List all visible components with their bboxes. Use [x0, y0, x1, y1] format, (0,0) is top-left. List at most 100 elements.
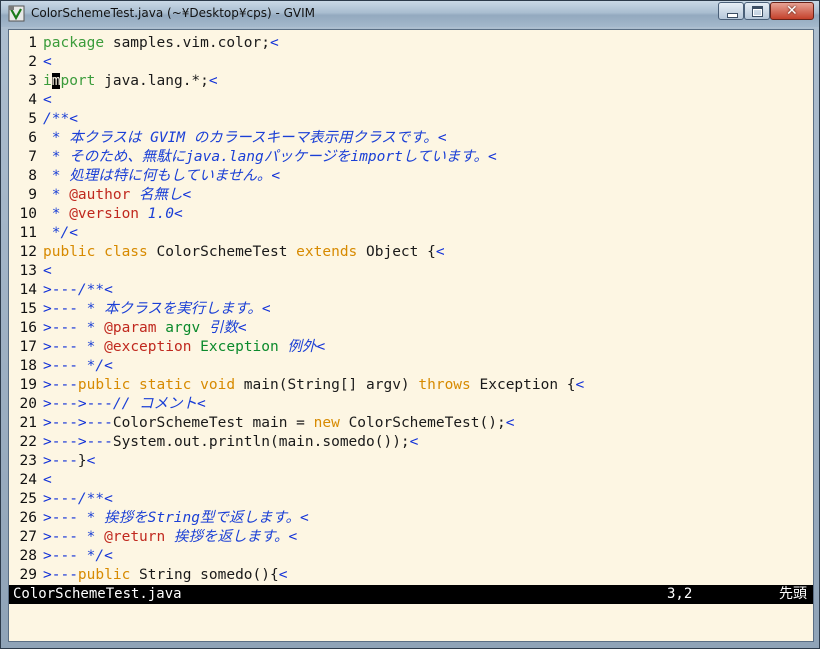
- command-line[interactable]: [9, 604, 813, 641]
- line-number: 10: [19, 206, 37, 222]
- code-line[interactable]: 10 * @version 1.0<: [9, 205, 813, 224]
- code-line[interactable]: 1 package samples.vim.color;<: [9, 34, 813, 53]
- code-line[interactable]: 27 >--- * @return 挨拶を返します。<: [9, 528, 813, 547]
- code-token-comment: *: [77, 529, 105, 545]
- code-line[interactable]: 5 /**<: [9, 110, 813, 129]
- code-line[interactable]: 20 >--->---// コメント<: [9, 395, 813, 414]
- code-token-comment: * 挨拶をString型で返します。: [77, 510, 301, 526]
- code-token-special: <: [575, 377, 585, 393]
- line-number: 8: [28, 168, 37, 184]
- minimize-button[interactable]: [718, 2, 744, 20]
- line-number: 5: [28, 111, 37, 127]
- code-line[interactable]: 18 >--- */<: [9, 357, 813, 376]
- code-line[interactable]: 13 <: [9, 262, 813, 281]
- code-line[interactable]: 25 >---/**<: [9, 490, 813, 509]
- code-token-indent: >---: [43, 339, 78, 355]
- code-line[interactable]: 7 * そのため、無駄にjava.langパッケージをimportしています。<: [9, 148, 813, 167]
- code-token-comment: 挨拶を返します。: [165, 529, 289, 545]
- line-number: 29: [19, 567, 37, 583]
- code-line[interactable]: 16 >--- * @param argv 引数<: [9, 319, 813, 338]
- code-token-normal: String somedo(){: [130, 567, 279, 583]
- vim-client-area[interactable]: 1 package samples.vim.color;< 2 <3 import ja…: [8, 29, 814, 642]
- code-token-comment: *: [77, 320, 105, 336]
- code-token-indent: >---: [43, 358, 78, 374]
- gvim-app-icon[interactable]: [8, 5, 25, 22]
- line-number: 1: [28, 35, 37, 51]
- code-token-special: <: [182, 187, 192, 203]
- code-token-comment: * 本クラスは GVIM のカラースキーマ表示用クラスです。: [43, 130, 438, 146]
- code-line[interactable]: 29 >---public String somedo(){<: [9, 566, 813, 585]
- code-line[interactable]: 14 >---/**<: [9, 281, 813, 300]
- code-line[interactable]: 2 <: [9, 53, 813, 72]
- line-number: 26: [19, 510, 37, 526]
- code-token-keyword: new: [313, 415, 340, 431]
- code-line[interactable]: 9 * @author 名無し<: [9, 186, 813, 205]
- editor-text-area[interactable]: 1 package samples.vim.color;< 2 <3 import ja…: [9, 34, 813, 585]
- code-token-special: <: [316, 339, 326, 355]
- code-line[interactable]: 23 >---}<: [9, 452, 813, 471]
- code-line[interactable]: 6 * 本クラスは GVIM のカラースキーマ表示用クラスです。<: [9, 129, 813, 148]
- maximize-button[interactable]: [744, 2, 770, 20]
- line-number: 11: [19, 225, 37, 241]
- code-token-indent: >---: [43, 320, 78, 336]
- line-number: 3: [28, 73, 37, 89]
- code-token-indent: >---: [43, 453, 78, 469]
- code-token-comment: *: [43, 206, 70, 222]
- status-filename: ColorSchemeTest.java: [13, 586, 182, 602]
- code-token-special: <: [43, 263, 52, 279]
- code-token-indent: >---: [43, 282, 78, 298]
- code-token-special: <: [104, 548, 113, 564]
- code-line[interactable]: 17 >--- * @exception Exception 例外<: [9, 338, 813, 357]
- code-token-comment: /**: [77, 491, 105, 507]
- code-token-indent: >---: [43, 548, 78, 564]
- code-token-tag: @exception: [104, 339, 192, 355]
- status-cursor-position: 3,2: [667, 586, 693, 602]
- code-line[interactable]: 28 >--- */<: [9, 547, 813, 566]
- close-icon: ✕: [786, 3, 798, 19]
- line-number: 7: [28, 149, 37, 165]
- code-token-normal: [157, 320, 166, 336]
- code-token-comment: */: [77, 548, 105, 564]
- line-number: 19: [19, 377, 37, 393]
- line-number: 17: [19, 339, 37, 355]
- code-token-comment: /**: [77, 282, 105, 298]
- code-line[interactable]: 15 >--- * 本クラスを実行します。<: [9, 300, 813, 319]
- gvim-window: ColorSchemeTest.java (~¥Desktop¥cps) - G…: [0, 0, 820, 649]
- code-token-normal: ColorSchemeTest main =: [112, 415, 314, 431]
- code-token-normal: Object {: [357, 244, 436, 260]
- code-line[interactable]: 26 >--- * 挨拶をString型で返します。<: [9, 509, 813, 528]
- code-line[interactable]: 24 <: [9, 471, 813, 490]
- code-token-special: <: [43, 92, 52, 108]
- code-token-special: <: [288, 529, 298, 545]
- line-number: 2: [28, 54, 37, 70]
- line-number: 14: [19, 282, 37, 298]
- window-title: ColorSchemeTest.java (~¥Desktop¥cps) - G…: [31, 6, 316, 20]
- line-number: 24: [19, 472, 37, 488]
- code-token-special: <: [300, 510, 309, 526]
- code-line[interactable]: 19 >---public static void main(String[] a…: [9, 376, 813, 395]
- code-token-comment: * 本クラスを実行します。: [77, 301, 262, 317]
- code-token-normal: java.lang.*;: [95, 73, 209, 89]
- code-token-normal: Exception {: [470, 377, 576, 393]
- line-number: 12: [19, 244, 37, 260]
- code-line[interactable]: 21 >--->---ColorSchemeTest main = new Col…: [9, 414, 813, 433]
- code-token-special: <: [69, 225, 78, 241]
- code-line[interactable]: 4 <: [9, 91, 813, 110]
- code-token-special: <: [104, 282, 113, 298]
- code-line[interactable]: 12 public class ColorSchemeTest extends O…: [9, 243, 813, 262]
- close-button[interactable]: ✕: [770, 2, 814, 20]
- code-line[interactable]: 22 >--->---System.out.println(main.somedo…: [9, 433, 813, 452]
- code-line[interactable]: 3 import java.lang.*;<: [9, 72, 813, 91]
- code-token-indent: >---: [43, 491, 78, 507]
- code-token-special: <: [409, 434, 419, 450]
- line-number: 28: [19, 548, 37, 564]
- title-bar[interactable]: ColorSchemeTest.java (~¥Desktop¥cps) - G…: [1, 1, 819, 27]
- line-number: 16: [19, 320, 37, 336]
- code-token-indent: >--->---: [43, 434, 113, 450]
- code-line[interactable]: 8 * 処理は特に何もしていません。<: [9, 167, 813, 186]
- code-token-keyword: extends: [296, 244, 358, 260]
- code-token-tag: @author: [69, 187, 131, 203]
- code-token-type: argv: [165, 320, 201, 336]
- code-line[interactable]: 11 */<: [9, 224, 813, 243]
- code-token-normal: System.out.println(main.somedo());: [112, 434, 410, 450]
